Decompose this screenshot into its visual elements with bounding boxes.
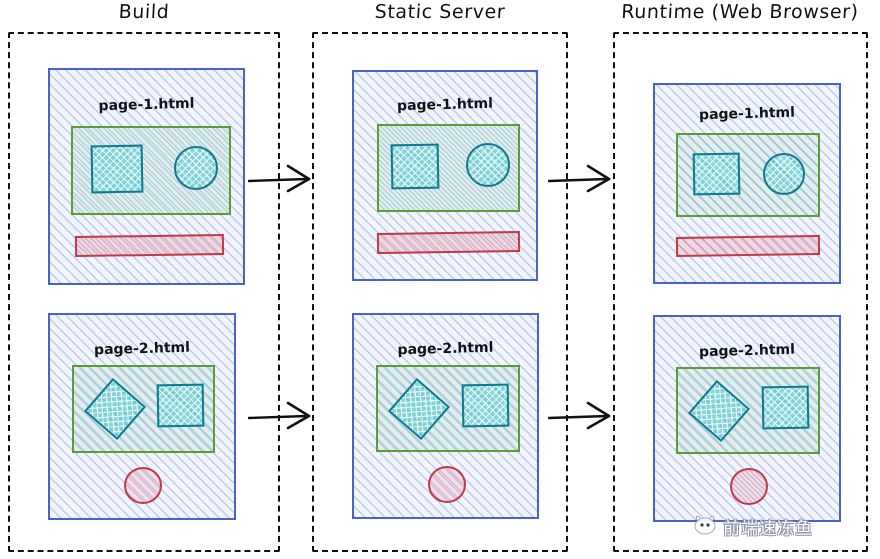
shape-diamond bbox=[387, 377, 451, 441]
watermark: 前端速冻鱼 bbox=[692, 513, 813, 539]
flow-arrow-server-to-runtime-row-1 bbox=[547, 160, 614, 204]
page-card-static-server-page-2[interactable]: page-2.html bbox=[352, 313, 539, 519]
page-card-build-page-2[interactable]: page-2.html bbox=[48, 313, 236, 520]
shape-circle bbox=[174, 146, 218, 190]
content-box bbox=[377, 124, 520, 212]
flow-arrow-server-to-runtime-row-2 bbox=[547, 397, 614, 441]
page-card-runtime-page-1[interactable]: page-1.html bbox=[653, 83, 841, 284]
shape-ring bbox=[428, 466, 466, 503]
page-card-runtime-page-2[interactable]: page-2.html bbox=[653, 315, 841, 522]
stage-title-build: Build bbox=[118, 1, 170, 23]
shape-bar bbox=[74, 233, 225, 258]
page-card-label: page-2.html bbox=[93, 339, 191, 359]
page-card-static-server-page-1[interactable]: page-1.html bbox=[352, 70, 538, 281]
content-box bbox=[376, 365, 520, 452]
shape-square bbox=[390, 143, 440, 190]
shape-square bbox=[156, 383, 205, 428]
content-box bbox=[676, 367, 820, 454]
shape-square bbox=[90, 144, 144, 194]
content-box bbox=[676, 133, 820, 217]
page-card-label: page-1.html bbox=[396, 95, 494, 115]
shape-circle bbox=[466, 143, 510, 187]
shape-bar bbox=[376, 231, 521, 254]
wechat-ghost-icon bbox=[692, 513, 718, 539]
shape-diamond bbox=[687, 379, 751, 443]
page-card-label: page-2.html bbox=[397, 339, 494, 359]
page-card-label: page-1.html bbox=[98, 95, 195, 115]
flow-arrow-build-to-server-row-2 bbox=[247, 397, 314, 441]
stage-title-static-server: Static Server bbox=[374, 1, 506, 23]
diagram-canvas: Build Static Server Runtime (Web Browser… bbox=[0, 0, 880, 559]
shape-bar bbox=[675, 234, 821, 258]
shape-ring bbox=[730, 468, 768, 505]
shape-square bbox=[761, 385, 810, 430]
page-card-build-page-1[interactable]: page-1.html bbox=[48, 68, 245, 285]
watermark-text: 前端速冻鱼 bbox=[723, 518, 813, 539]
page-card-label: page-2.html bbox=[698, 341, 796, 361]
content-box bbox=[71, 126, 231, 215]
shape-circle bbox=[763, 153, 805, 195]
shape-square bbox=[692, 152, 741, 196]
flow-arrow-build-to-server-row-1 bbox=[247, 160, 314, 204]
page-card-label: page-1.html bbox=[698, 104, 796, 124]
shape-diamond bbox=[83, 377, 147, 441]
stage-title-runtime: Runtime (Web Browser) bbox=[620, 1, 860, 23]
content-box bbox=[72, 365, 215, 453]
shape-ring bbox=[124, 467, 162, 504]
shape-square bbox=[461, 383, 510, 428]
